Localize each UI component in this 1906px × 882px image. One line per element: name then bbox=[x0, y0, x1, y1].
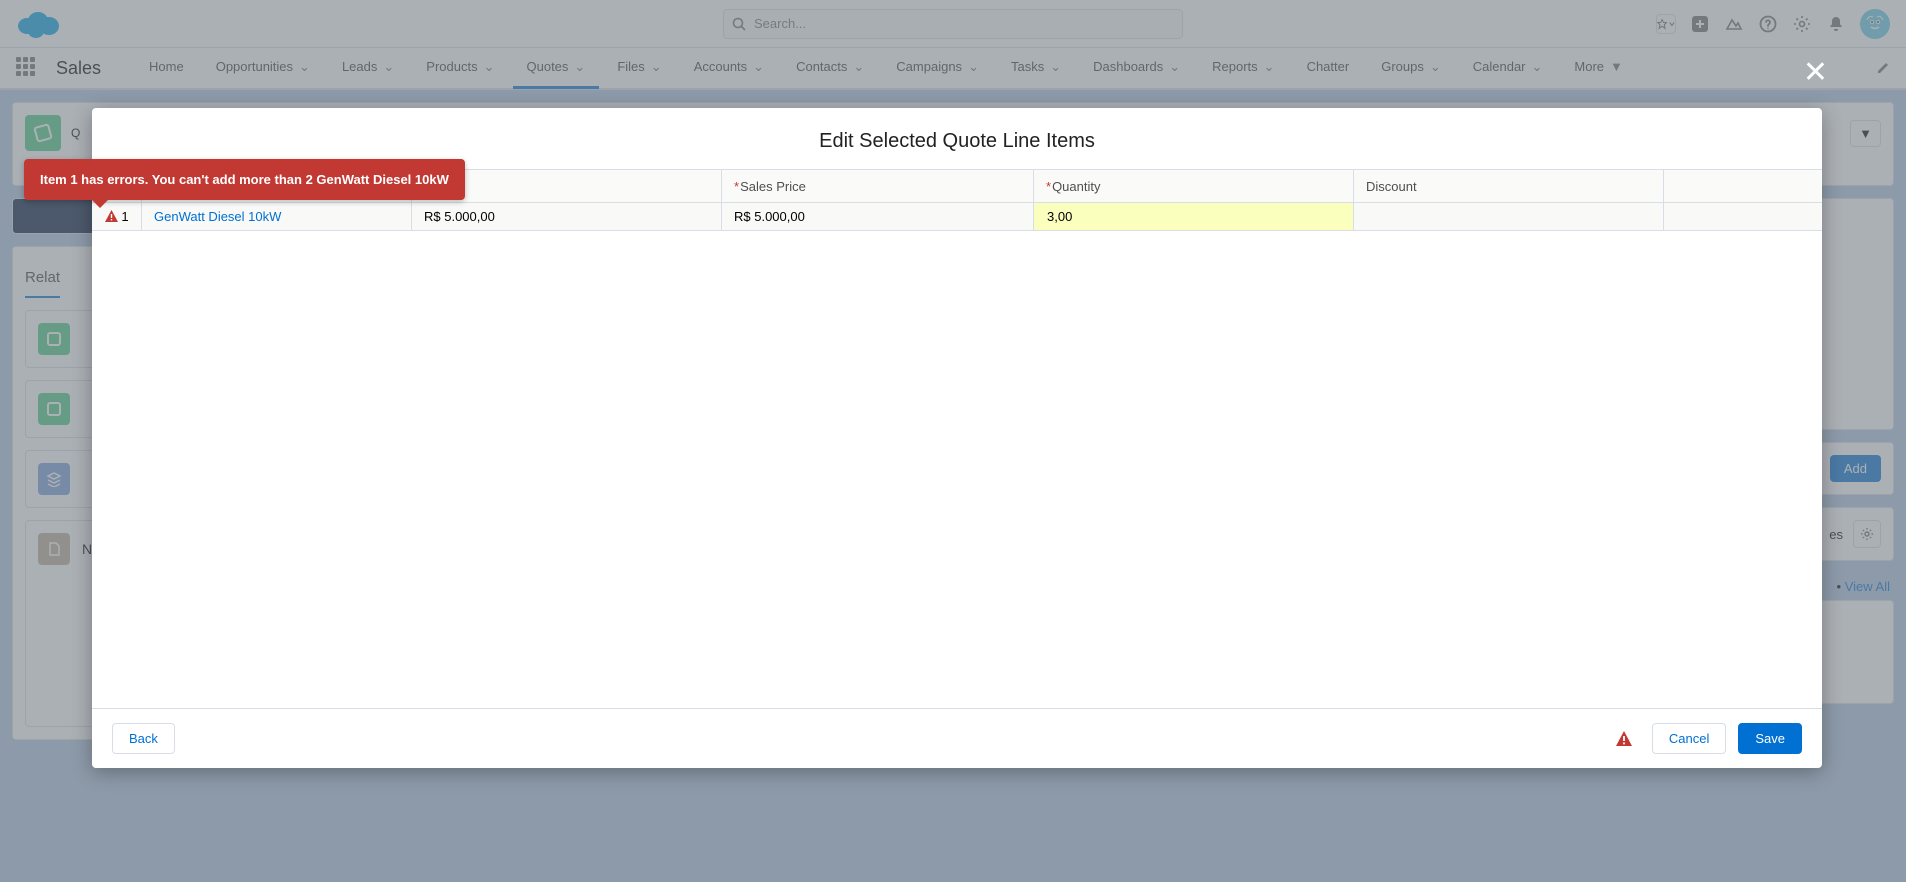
col-quantity: Quantity bbox=[1034, 170, 1354, 202]
table-row[interactable]: 1 GenWatt Diesel 10kW R$ 5.000,00 R$ 5.0… bbox=[92, 203, 1822, 231]
quantity-cell[interactable]: 3,00 bbox=[1034, 203, 1354, 230]
discount-cell[interactable] bbox=[1354, 203, 1664, 230]
modal-body: 1 GenWatt Diesel 10kW R$ 5.000,00 R$ 5.0… bbox=[92, 203, 1822, 708]
product-link[interactable]: GenWatt Diesel 10kW bbox=[154, 209, 281, 224]
save-button[interactable]: Save bbox=[1738, 723, 1802, 754]
col-label: Quantity bbox=[1052, 179, 1100, 194]
col-discount: Discount bbox=[1354, 170, 1664, 202]
col-sales-price: Sales Price bbox=[722, 170, 1034, 202]
error-tooltip: Item 1 has errors. You can't add more th… bbox=[24, 159, 465, 200]
list-price-cell: R$ 5.000,00 bbox=[412, 203, 722, 230]
sales-price-cell[interactable]: R$ 5.000,00 bbox=[722, 203, 1034, 230]
close-icon[interactable]: ✕ bbox=[1803, 58, 1828, 88]
back-button[interactable]: Back bbox=[112, 723, 175, 754]
col-label: Discount bbox=[1366, 179, 1417, 194]
error-icon bbox=[104, 209, 119, 224]
footer-error-icon[interactable] bbox=[1614, 729, 1634, 749]
product-cell[interactable]: GenWatt Diesel 10kW bbox=[142, 203, 412, 230]
col-label: Sales Price bbox=[740, 179, 806, 194]
cancel-button[interactable]: Cancel bbox=[1652, 723, 1726, 754]
quantity-input[interactable]: 3,00 bbox=[1034, 203, 1353, 230]
row-number: 1 bbox=[121, 209, 128, 224]
modal-footer: Back Cancel Save bbox=[92, 708, 1822, 768]
edit-quote-line-items-modal: ✕ Edit Selected Quote Line Items ce Sale… bbox=[92, 108, 1822, 768]
